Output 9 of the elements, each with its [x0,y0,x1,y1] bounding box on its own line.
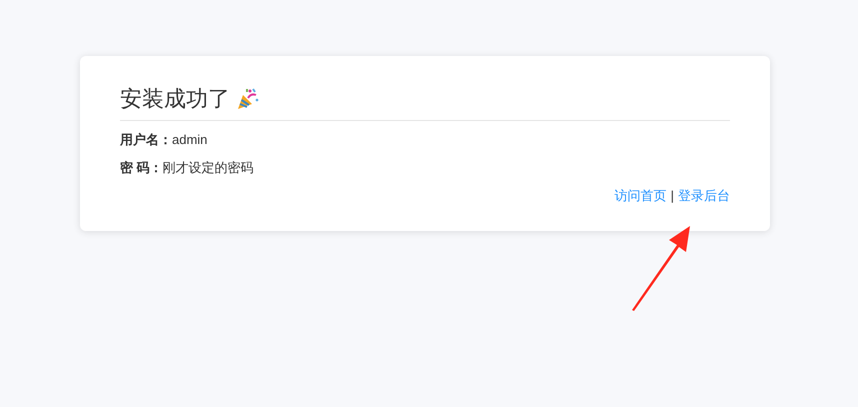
field-value: admin [172,131,208,149]
page-title: 安装成功了 [120,85,230,113]
nav-link[interactable]: 访问首页 [614,187,667,205]
field-value: 刚才设定的密码 [162,159,254,177]
field-label: 密 码： [120,159,163,177]
separator: | [670,187,674,205]
field-label: 用户名： [120,131,172,149]
party-popper-icon [236,87,260,111]
nav-link[interactable]: 登录后台 [678,187,730,205]
